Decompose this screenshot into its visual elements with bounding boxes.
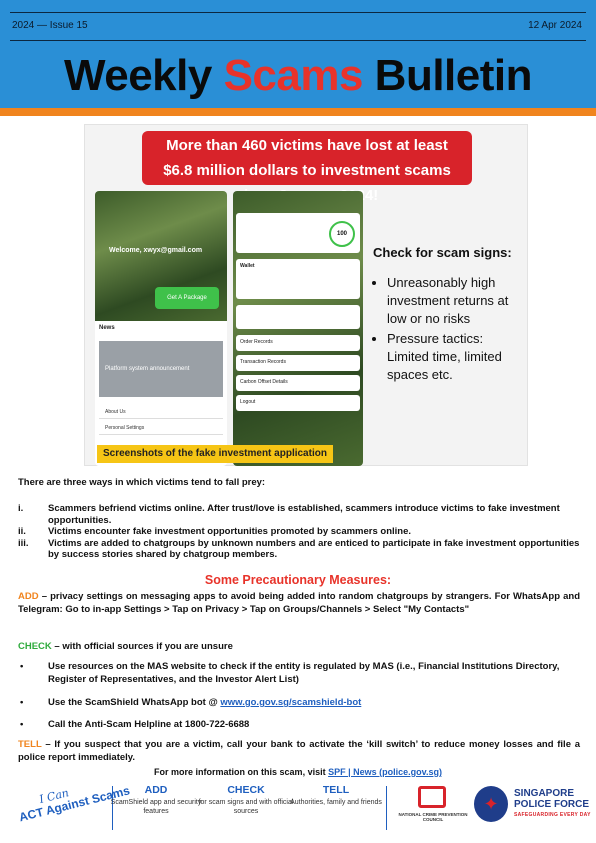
scam-sign-item: Pressure tactics: Limited time, limited …	[387, 330, 519, 384]
app-menu-item: About Us	[99, 405, 223, 419]
app-menu-card: Transaction Records	[236, 355, 360, 371]
scamshield-bot-link[interactable]: www.go.gov.sg/scamshield-bot	[220, 697, 361, 708]
spf-tagline: SAFEGUARDING EVERY DAY	[514, 812, 591, 818]
app-score-badge: 100	[329, 221, 355, 247]
fake-app-screenshot-2: 100 Wallet Order Records Transaction Rec…	[233, 191, 363, 466]
footer-add: ADD ScamShield app and security features	[110, 784, 202, 815]
footer-check: CHECK for scam signs and with official s…	[198, 784, 294, 815]
spf-name: SINGAPORE POLICE FORCE	[514, 788, 590, 810]
app-menu-card: Order Records	[236, 335, 360, 351]
page-title: Weekly Scams Bulletin	[63, 51, 533, 100]
victims-banner: More than 460 victims have lost at least…	[142, 131, 472, 204]
measures-heading: Some Precautionary Measures:	[204, 573, 392, 587]
app-news-image: Platform system announcement	[99, 341, 223, 397]
footer-divider	[386, 786, 387, 830]
screenshot-caption: Screenshots of the fake investment appli…	[97, 445, 333, 463]
bulletin-header: 2024 — Issue 15 12 Apr 2024 Weekly Scams…	[0, 0, 596, 108]
fake-app-screenshot-1: Welcome, xwyx@gmail.com Get A Package Ne…	[95, 191, 227, 466]
app-menu-card: Logout	[236, 395, 360, 411]
ways-list: i. Scammers befriend victims online. Afte…	[18, 503, 580, 561]
issue-date: 12 Apr 2024	[528, 20, 582, 31]
check-bullet: • Call the Anti-Scam Helpline at 1800-722…	[20, 719, 250, 730]
ncpc-logo: NATIONAL CRIME PREVENTION COUNCIL	[398, 786, 468, 830]
spf-crest-icon: ✦	[474, 786, 508, 822]
footer-tell: TELL Authorities, family and friends	[290, 784, 382, 806]
spf-news-link[interactable]: SPF | News (police.gov.sg)	[328, 767, 442, 777]
issue-label: 2024 — Issue 15	[12, 20, 88, 31]
scam-signs-title: Check for scam signs:	[373, 245, 512, 260]
header-rule-bottom	[10, 40, 586, 41]
app-wallet-card: Wallet	[236, 259, 360, 299]
intro-text: There are three ways in which victims te…	[18, 477, 266, 488]
way-item: iii. Victims are added to chatgroups by u…	[18, 537, 580, 561]
app-welcome-text: Welcome, xwyx@gmail.com	[109, 247, 203, 254]
ncpc-mark-icon	[418, 786, 446, 808]
app-menu-item: Personal Settings	[99, 421, 223, 435]
scam-graphic: More than 460 victims have lost at least…	[84, 124, 528, 466]
app-menu-card: Carbon Offset Details	[236, 375, 360, 391]
way-item: i. Scammers befriend victims online. Afte…	[18, 503, 560, 526]
check-paragraph: CHECK – with official sources if you are…	[18, 641, 233, 652]
i-can-act-logo: I Can ACT Against Scams	[17, 783, 132, 825]
tell-paragraph: TELL – If you suspect that you are a vic…	[18, 739, 580, 763]
scam-signs-panel: Check for scam signs: Unreasonably high …	[373, 245, 519, 386]
way-item: ii. Victims encounter fake investment opp…	[18, 526, 412, 537]
check-bullet: • Use resources on the MAS website to che…	[20, 661, 560, 685]
app-get-package-button: Get A Package	[155, 287, 219, 309]
footer: I Can ACT Against Scams ADD ScamShield a…	[0, 780, 596, 842]
header-orange-bar	[0, 108, 596, 116]
scam-sign-item: Unreasonably high investment returns at …	[387, 274, 519, 328]
add-paragraph: ADD – privacy settings on messaging apps…	[18, 591, 580, 615]
header-rule-top	[10, 12, 586, 13]
check-bullet: • Use the ScamShield WhatsApp bot @ www.g…	[20, 697, 362, 708]
app-news-label: News	[99, 325, 115, 331]
app-balance-card	[236, 305, 360, 329]
scam-signs-list: Unreasonably high investment returns at …	[373, 274, 519, 384]
